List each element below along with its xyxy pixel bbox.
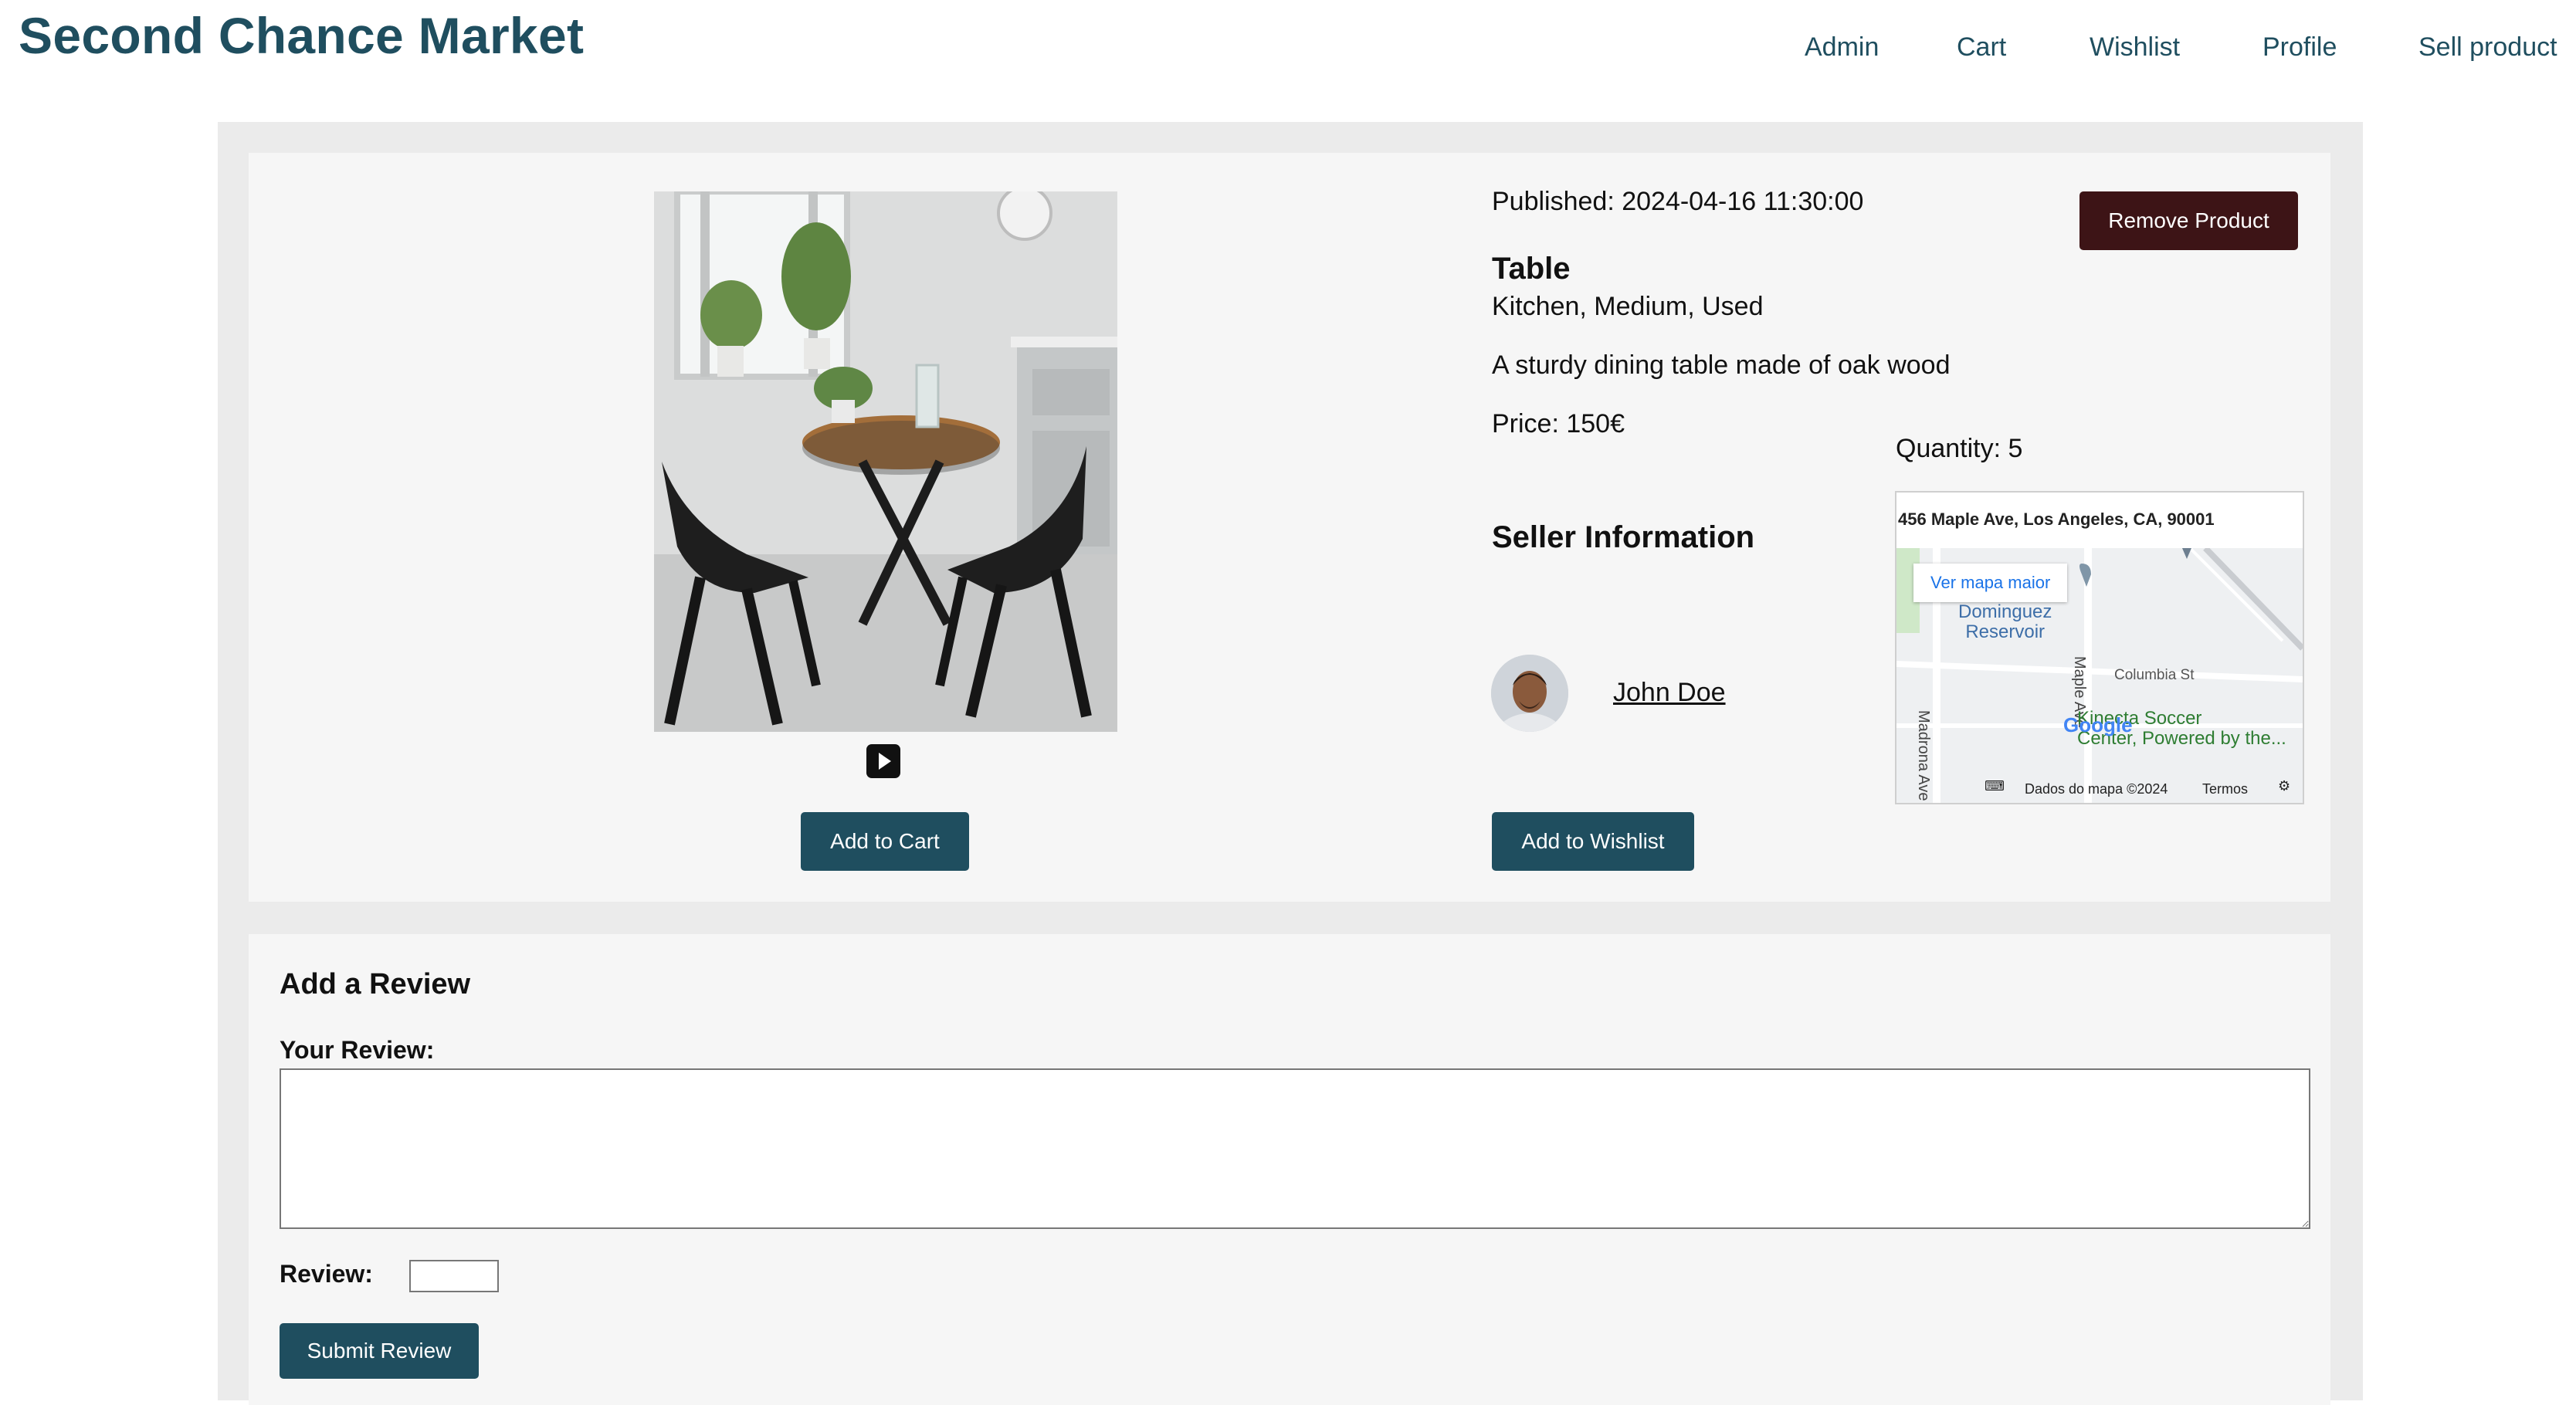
product-price: Price: 150€: [1492, 409, 1625, 438]
view-larger-map-link[interactable]: Ver mapa maior: [1913, 564, 2068, 602]
product-tags: Kitchen, Medium, Used: [1492, 292, 1764, 321]
nav-profile[interactable]: Profile: [2262, 32, 2337, 63]
map-address: 456 Maple Ave, Los Angeles, CA, 90001: [1896, 493, 2303, 548]
product-card: Add to Cart Published: 2024-04-16 11:30:…: [249, 153, 2330, 902]
map-data-attribution: Dados do mapa ©2024: [2025, 781, 2168, 797]
seller-name-link[interactable]: John Doe: [1613, 678, 1726, 708]
map-settings-icon[interactable]: ⚙: [2278, 778, 2290, 794]
product-image: [654, 191, 1117, 732]
review-textarea[interactable]: [280, 1068, 2310, 1229]
map-footer: ⌨ Dados do mapa ©2024 Termos ⚙: [1896, 777, 2303, 803]
play-video-icon[interactable]: [866, 744, 900, 778]
product-description: A sturdy dining table made of oak wood: [1492, 350, 1951, 380]
product-name: Table: [1492, 252, 1571, 286]
seller-location-map[interactable]: 456 Maple Ave, Los Angeles, CA, 90001 Do…: [1895, 491, 2304, 804]
product-page: Second Chance Market Admin Cart Wishlist…: [0, 0, 2576, 1405]
seller-avatar: [1491, 655, 1568, 732]
review-card: Add a Review Your Review: Review: Submit…: [249, 934, 2330, 1405]
product-quantity: Quantity: 5: [1896, 434, 2023, 463]
nav-wishlist[interactable]: Wishlist: [2090, 32, 2180, 63]
published-date: Published: 2024-04-16 11:30:00: [1492, 187, 1864, 216]
map-terms-link[interactable]: Termos: [2202, 781, 2248, 797]
main-container: Add to Cart Published: 2024-04-16 11:30:…: [218, 122, 2363, 1405]
nav-cart[interactable]: Cart: [1957, 32, 2006, 63]
google-logo: Google: [2063, 713, 2133, 736]
nav-admin[interactable]: Admin: [1805, 32, 1879, 63]
rating-label: Review:: [280, 1260, 373, 1288]
your-review-label: Your Review:: [280, 1036, 435, 1064]
map-label-columbia-st: Columbia St: [2114, 667, 2195, 683]
remove-product-button[interactable]: Remove Product: [2079, 191, 2298, 250]
nav-sell-product[interactable]: Sell product: [2418, 32, 2557, 63]
map-label-reservoir-2: Reservoir: [1965, 621, 2046, 642]
map-label-reservoir-1: Dominguez: [1958, 601, 2052, 622]
add-to-wishlist-button[interactable]: Add to Wishlist: [1492, 812, 1694, 871]
submit-review-button[interactable]: Submit Review: [280, 1323, 479, 1379]
brand-title[interactable]: Second Chance Market: [19, 6, 584, 65]
seller-heading: Seller Information: [1492, 520, 1755, 554]
add-to-cart-button[interactable]: Add to Cart: [801, 812, 969, 871]
review-title: Add a Review: [280, 968, 471, 1000]
keyboard-icon[interactable]: ⌨: [1985, 778, 2005, 794]
rating-input[interactable]: [409, 1260, 499, 1292]
